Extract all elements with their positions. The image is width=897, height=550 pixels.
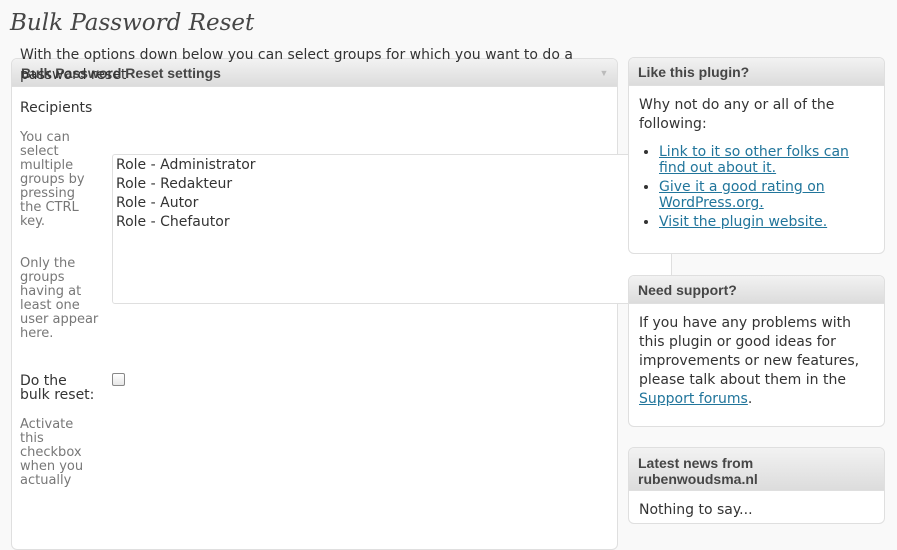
like-plugin-intro: Why not do any or all of the following: — [639, 97, 835, 132]
help-only-groups-text: Only the groups having at least one user… — [20, 256, 99, 341]
intro-text: With the options down below you can sele… — [20, 47, 573, 83]
list-item: Visit the plugin website. — [659, 214, 874, 230]
role-option[interactable]: Role - Redakteur — [115, 175, 669, 194]
recipients-select[interactable]: Role - Administrator Role - Redakteur Ro… — [112, 154, 672, 304]
role-option[interactable]: Role - Autor — [115, 194, 669, 213]
news-title: Latest news from rubenwoudsma.nl — [638, 455, 758, 487]
role-option[interactable]: Role - Administrator — [115, 156, 669, 175]
bulk-reset-checkbox[interactable] — [112, 373, 125, 386]
like-plugin-header[interactable]: Like this plugin? — [629, 58, 884, 86]
support-body: If you have any problems with this plugi… — [639, 315, 860, 388]
like-plugin-title: Like this plugin? — [638, 64, 750, 80]
like-plugin-links: Link to it so other folks can find out a… — [639, 144, 874, 230]
list-item: Give it a good rating on WordPress.org. — [659, 179, 874, 211]
recipients-label: Recipients — [20, 100, 93, 116]
news-text: Nothing to say... — [639, 502, 753, 518]
support-box: Need support? If you have any problems w… — [628, 275, 885, 427]
bulk-reset-label: Do the bulk reset: — [20, 373, 95, 403]
help-multi-select-text: You can select multiple groups by pressi… — [20, 130, 85, 229]
news-box: Latest news from rubenwoudsma.nl Nothing… — [628, 447, 885, 524]
bulk-reset-help-text: Activate this checkbox when you actually — [20, 417, 84, 488]
link-to-plugin-link[interactable]: Link to it so other folks can find out a… — [659, 144, 849, 176]
page-title: Bulk Password Reset — [10, 10, 255, 36]
plugin-website-link[interactable]: Visit the plugin website. — [659, 214, 827, 230]
support-text: If you have any problems with this plugi… — [629, 304, 884, 419]
role-option[interactable]: Role - Chefautor — [115, 213, 669, 232]
list-item: Link to it so other folks can find out a… — [659, 144, 874, 176]
settings-box: Bulk Password Reset settings ▼ — [11, 58, 618, 550]
news-header[interactable]: Latest news from rubenwoudsma.nl — [629, 448, 884, 491]
support-forums-link[interactable]: Support forums — [639, 391, 748, 407]
like-plugin-box: Like this plugin? Why not do any or all … — [628, 57, 885, 254]
support-suffix: . — [747, 391, 753, 407]
support-header[interactable]: Need support? — [629, 276, 884, 304]
rate-plugin-link[interactable]: Give it a good rating on WordPress.org. — [659, 179, 825, 211]
support-title: Need support? — [638, 282, 737, 298]
